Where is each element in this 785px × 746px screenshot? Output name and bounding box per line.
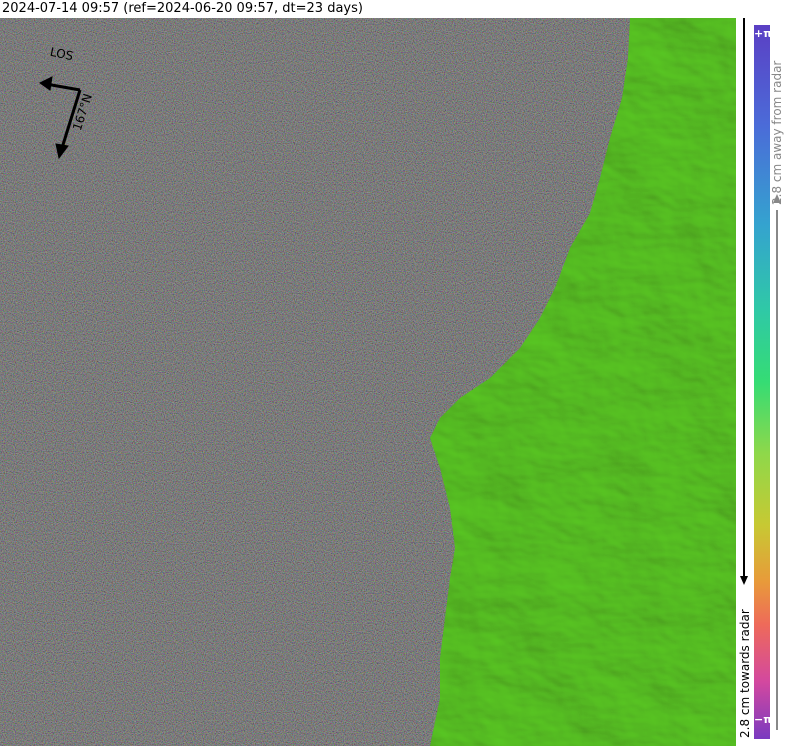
away-arrow-line	[776, 210, 778, 730]
towards-radar-label: 2.8 cm towards radar	[738, 609, 752, 738]
image-title: 2024-07-14 09:57 (ref=2024-06-20 09:57, …	[0, 0, 785, 18]
towards-arrow-icon	[740, 576, 748, 585]
interferogram-map	[0, 18, 736, 746]
towards-arrow-line	[743, 18, 745, 576]
phase-colorbar	[754, 25, 770, 739]
colorbar-top-label: +π	[754, 27, 772, 40]
away-radar-label: 2.8 cm away from radar	[770, 60, 784, 205]
colorbar-bottom-label: −π	[754, 713, 772, 726]
